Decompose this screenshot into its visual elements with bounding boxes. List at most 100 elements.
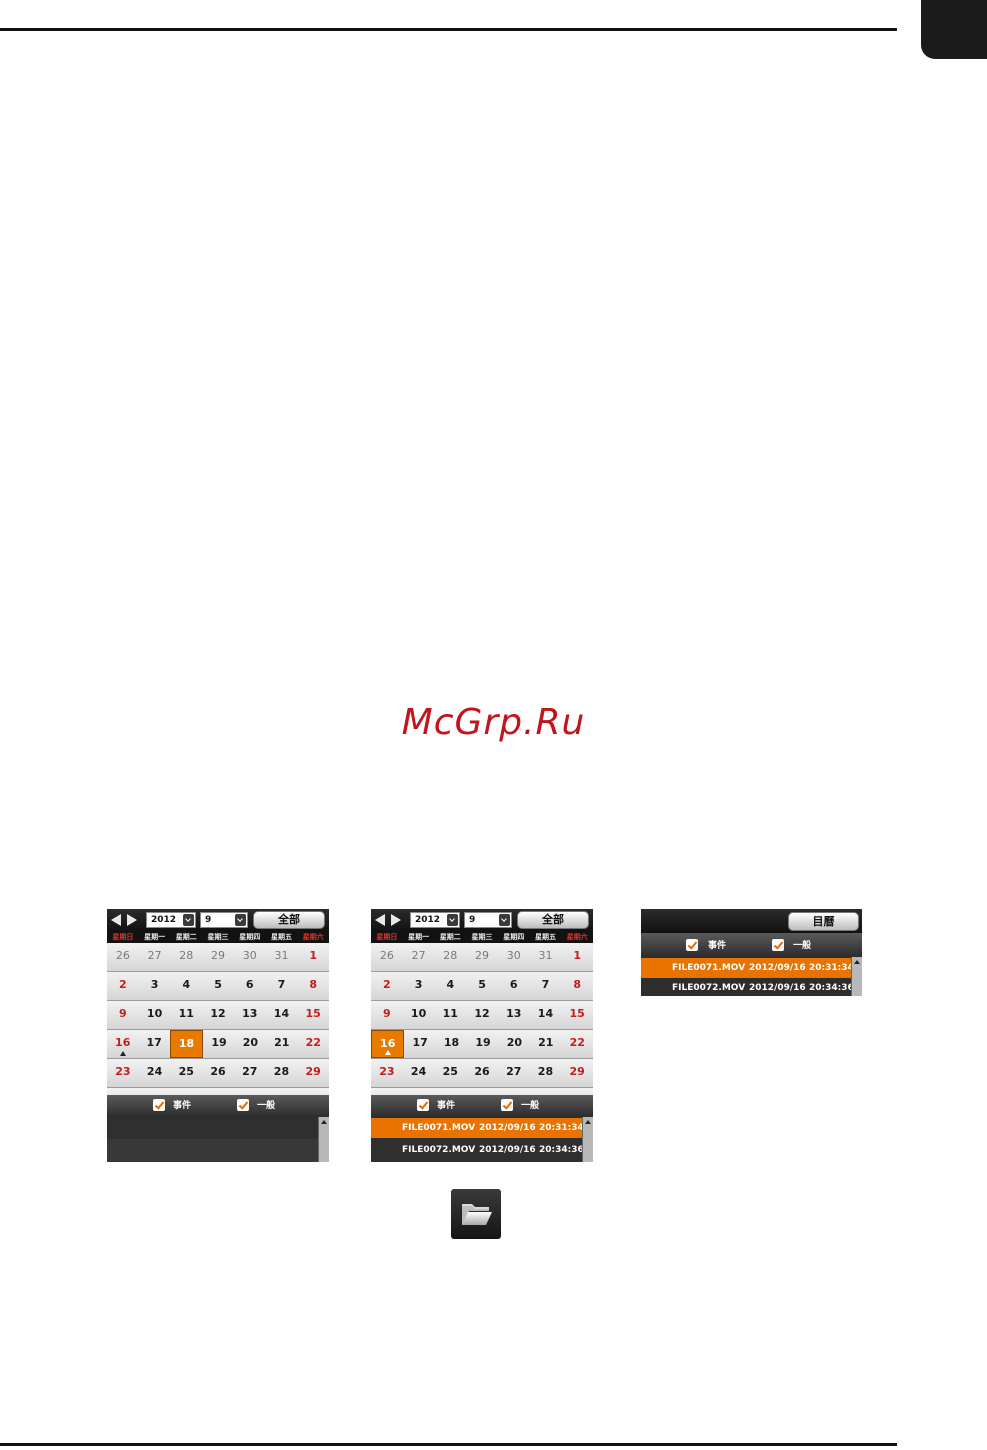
calendar-day[interactable]: 13: [498, 1001, 530, 1029]
calendar-day[interactable]: 14: [530, 1001, 562, 1029]
calendar-day[interactable]: 4: [170, 972, 202, 1000]
calendar-day[interactable]: 31: [266, 943, 298, 971]
calendar-day[interactable]: 12: [202, 1001, 234, 1029]
calendar-day[interactable]: 27: [234, 1059, 266, 1087]
calendar-day[interactable]: 8: [297, 972, 329, 1000]
calendar-day[interactable]: 28: [530, 1059, 562, 1087]
calendar-day[interactable]: 7: [530, 972, 562, 1000]
calendar-day[interactable]: 11: [170, 1001, 202, 1029]
calendar-panel-2: 2012 9 全部 星期日 星期一 星期二 星期三 星期四 星期五 星期六 26 27 28 29…: [371, 909, 593, 1162]
calendar-day[interactable]: 2: [107, 972, 139, 1000]
file-row[interactable]: FILE0072.MOV 2012/09/16 20:34:36: [371, 1140, 584, 1160]
calendar-day[interactable]: 26: [466, 1059, 498, 1087]
calendar-day[interactable]: 1: [561, 943, 593, 971]
calendar-day[interactable]: 7: [266, 972, 298, 1000]
calendar-day[interactable]: 16: [107, 1030, 138, 1058]
calendar-day[interactable]: 14: [266, 1001, 298, 1029]
prev-month-icon[interactable]: [111, 914, 121, 926]
calendar-day[interactable]: 21: [266, 1030, 297, 1058]
scrollbar[interactable]: [318, 1117, 329, 1162]
calendar-day[interactable]: 30: [234, 943, 266, 971]
year-select[interactable]: 2012: [410, 912, 460, 928]
calendar-day[interactable]: 23: [107, 1059, 139, 1087]
calendar-day[interactable]: 11: [434, 1001, 466, 1029]
weekday-label: 星期一: [408, 933, 430, 941]
all-button[interactable]: 全部: [517, 911, 589, 929]
event-checkbox[interactable]: [153, 1099, 165, 1111]
scrollbar[interactable]: [851, 957, 862, 996]
calendar-day[interactable]: 25: [434, 1059, 466, 1087]
calendar-day[interactable]: 28: [170, 943, 202, 971]
calendar-day[interactable]: 18: [169, 1030, 204, 1058]
calendar-day[interactable]: 10: [403, 1001, 435, 1029]
calendar-day[interactable]: 27: [498, 1059, 530, 1087]
event-checkbox[interactable]: [686, 939, 698, 951]
calendar-day[interactable]: 17: [138, 1030, 169, 1058]
folder-button[interactable]: [451, 1189, 501, 1239]
calendar-day[interactable]: 13: [234, 1001, 266, 1029]
calendar-day[interactable]: 5: [202, 972, 234, 1000]
next-month-icon[interactable]: [391, 914, 401, 926]
normal-checkbox[interactable]: [772, 939, 784, 951]
prev-month-icon[interactable]: [375, 914, 385, 926]
calendar-day[interactable]: 29: [466, 943, 498, 971]
calendar-day[interactable]: 15: [561, 1001, 593, 1029]
calendar-day[interactable]: 20: [235, 1030, 266, 1058]
calendar-day[interactable]: 24: [139, 1059, 171, 1087]
year-select[interactable]: 2012: [146, 912, 196, 928]
calendar-day[interactable]: 6: [234, 972, 266, 1000]
file-row[interactable]: FILE0072.MOV 2012/09/16 20:34:36: [641, 978, 854, 996]
calendar-day[interactable]: 25: [170, 1059, 202, 1087]
calendar-day[interactable]: 19: [203, 1030, 234, 1058]
calendar-day[interactable]: 9: [371, 1001, 403, 1029]
calendar-day[interactable]: 3: [139, 972, 171, 1000]
calendar-day[interactable]: 8: [561, 972, 593, 1000]
calendar-day[interactable]: 27: [403, 943, 435, 971]
calendar-day[interactable]: 26: [107, 943, 139, 971]
calendar-week-row: 23 24 25 26 27 28 29: [371, 1059, 593, 1088]
calendar-day[interactable]: 22: [298, 1030, 329, 1058]
calendar-day[interactable]: 20: [499, 1030, 530, 1058]
language-tab: [921, 0, 987, 59]
calendar-day[interactable]: 27: [139, 943, 171, 971]
directory-button[interactable]: 目曆: [788, 912, 859, 931]
month-select[interactable]: 9: [464, 912, 512, 928]
calendar-day[interactable]: 24: [403, 1059, 435, 1087]
calendar-day[interactable]: 23: [371, 1059, 403, 1087]
event-label: 事件: [173, 1101, 192, 1111]
calendar-day[interactable]: 29: [297, 1059, 329, 1087]
calendar-day[interactable]: 28: [266, 1059, 298, 1087]
calendar-day[interactable]: 29: [202, 943, 234, 971]
month-select[interactable]: 9: [200, 912, 248, 928]
normal-checkbox[interactable]: [237, 1099, 249, 1111]
calendar-day[interactable]: 30: [498, 943, 530, 971]
calendar-day[interactable]: 21: [530, 1030, 561, 1058]
event-checkbox[interactable]: [417, 1099, 429, 1111]
calendar-day[interactable]: 4: [434, 972, 466, 1000]
calendar-day[interactable]: 5: [466, 972, 498, 1000]
normal-checkbox[interactable]: [501, 1099, 513, 1111]
calendar-day[interactable]: 26: [202, 1059, 234, 1087]
calendar-day[interactable]: 26: [371, 943, 403, 971]
scrollbar[interactable]: [582, 1117, 593, 1162]
file-row-selected[interactable]: FILE0071.MOV 2012/09/16 20:31:34: [641, 958, 854, 978]
calendar-day[interactable]: 1: [297, 943, 329, 971]
all-button[interactable]: 全部: [253, 911, 325, 929]
calendar-day[interactable]: 2: [371, 972, 403, 1000]
calendar-day[interactable]: 19: [467, 1030, 498, 1058]
calendar-day[interactable]: 15: [297, 1001, 329, 1029]
calendar-day[interactable]: 28: [434, 943, 466, 971]
calendar-day[interactable]: 22: [562, 1030, 593, 1058]
calendar-day[interactable]: 3: [403, 972, 435, 1000]
next-month-icon[interactable]: [127, 914, 137, 926]
calendar-day[interactable]: 17: [404, 1030, 435, 1058]
calendar-day[interactable]: 10: [139, 1001, 171, 1029]
calendar-day[interactable]: 18: [436, 1030, 467, 1058]
calendar-day[interactable]: 12: [466, 1001, 498, 1029]
calendar-day[interactable]: 9: [107, 1001, 139, 1029]
file-row-selected[interactable]: FILE0071.MOV 2012/09/16 20:31:34: [371, 1118, 584, 1138]
calendar-day[interactable]: 31: [530, 943, 562, 971]
calendar-day[interactable]: 16: [371, 1030, 405, 1058]
calendar-day[interactable]: 6: [498, 972, 530, 1000]
calendar-day[interactable]: 29: [561, 1059, 593, 1087]
